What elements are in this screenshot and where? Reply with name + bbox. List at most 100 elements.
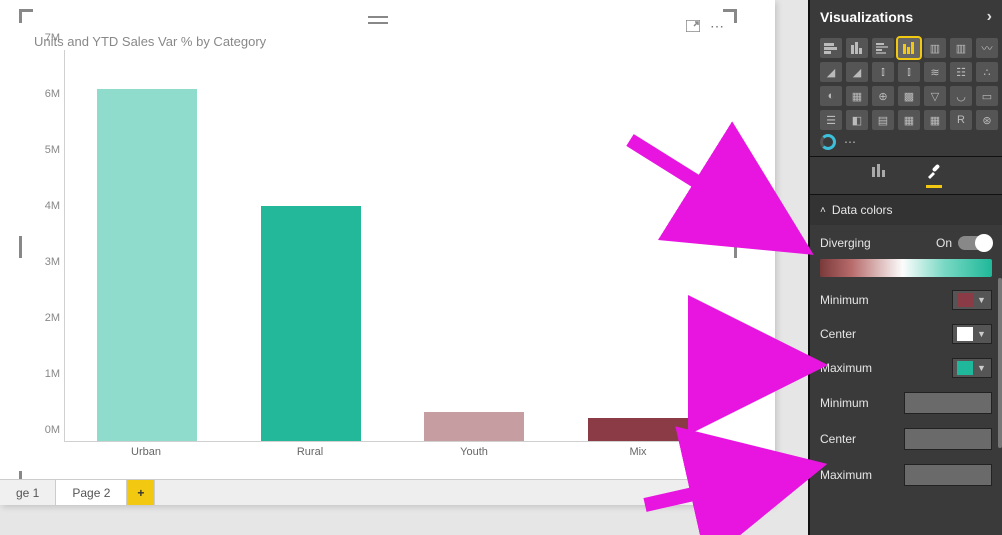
diverging-label: Diverging	[820, 236, 871, 250]
drag-grip-icon[interactable]	[368, 16, 388, 24]
maximum-value-input[interactable]	[904, 464, 992, 486]
maximum-color-row: Maximum ▼	[820, 351, 992, 385]
format-tab[interactable]	[926, 163, 942, 188]
viz-type-100-stacked-bar[interactable]: ▥	[924, 38, 946, 58]
bar-mix[interactable]	[588, 418, 688, 441]
visualizations-pane-header[interactable]: Visualizations ›	[810, 0, 1002, 34]
caret-down-icon: ▼	[977, 329, 986, 339]
viz-type-matrix[interactable]: ▦	[924, 110, 946, 130]
viz-type-waterfall[interactable]: ☷	[950, 62, 972, 82]
resize-handle-tr[interactable]	[723, 9, 737, 23]
minimum-value-label: Minimum	[820, 396, 869, 410]
y-tick: 4M	[30, 200, 60, 212]
viz-type-map[interactable]: ⊕	[872, 86, 894, 106]
resize-handle-right[interactable]	[734, 236, 737, 258]
viz-type-pie[interactable]: ◐	[820, 86, 842, 106]
y-tick: 1M	[30, 368, 60, 380]
report-page[interactable]: ⋯ Units and YTD Sales Var % by Category …	[0, 0, 775, 505]
x-axis: Urban Rural Youth Mix	[64, 446, 720, 466]
caret-down-icon: ▼	[977, 363, 986, 373]
center-color-row: Center ▼	[820, 317, 992, 351]
scrollbar[interactable]	[998, 278, 1002, 448]
bar-urban[interactable]	[97, 89, 197, 441]
y-tick: 3M	[30, 256, 60, 268]
resize-handle-left[interactable]	[19, 236, 22, 258]
tab-page-2[interactable]: Page 2	[56, 480, 127, 505]
y-tick: 7M	[30, 32, 60, 44]
page-tabs: ge 1 Page 2 +	[0, 479, 775, 505]
center-value-label: Center	[820, 432, 856, 446]
viz-type-card[interactable]: ▭	[976, 86, 998, 106]
bar-rural[interactable]	[261, 206, 361, 441]
viz-type-table[interactable]: ▦	[898, 110, 920, 130]
chevron-up-icon: ˄	[820, 205, 826, 216]
x-tick: Youth	[460, 446, 488, 458]
center-value-input[interactable]	[904, 428, 992, 450]
diverging-row: Diverging On	[820, 229, 992, 257]
chevron-right-icon[interactable]: ›	[987, 8, 992, 26]
resize-handle-tl[interactable]	[19, 9, 33, 23]
viz-type-area[interactable]: ◢	[820, 62, 842, 82]
visualization-type-gallery: ▥ ▥ 〰 ◢ ◢ ⫾ ⫾ ≋ ☷ ∴ ◐ ▦ ⊕ ▩ ▽ ◡ ▭ ☰ ◧ ▤ …	[810, 34, 1002, 132]
caret-down-icon: ▼	[977, 295, 986, 305]
visualizations-title: Visualizations	[820, 9, 913, 25]
bar-youth[interactable]	[424, 412, 524, 441]
x-tick: Mix	[629, 446, 646, 458]
viz-type-r[interactable]: R	[950, 110, 972, 130]
viz-type-clustered-bar[interactable]	[872, 38, 894, 58]
minimum-value-row: Minimum	[820, 385, 992, 421]
center-color-picker[interactable]: ▼	[952, 324, 992, 344]
data-colors-label: Data colors	[832, 203, 893, 217]
tab-page-1[interactable]: ge 1	[0, 480, 56, 505]
x-tick: Urban	[131, 446, 161, 458]
focus-mode-icon[interactable]	[686, 19, 700, 35]
viz-type-kpi[interactable]: ◧	[846, 110, 868, 130]
viz-type-filled-map[interactable]: ▩	[898, 86, 920, 106]
fields-well-tab[interactable]	[870, 163, 886, 188]
maximum-color-picker[interactable]: ▼	[952, 358, 992, 378]
maximum-value-label: Maximum	[820, 468, 872, 482]
visualizations-pane: Visualizations › ▥ ▥ 〰 ◢ ◢ ⫾ ⫾ ≋ ☷ ∴ ◐ ▦…	[808, 0, 1002, 535]
data-colors-properties: Diverging On Minimum ▼ Center ▼ Maximum	[810, 225, 1002, 497]
minimum-value-input[interactable]	[904, 392, 992, 414]
x-tick: Rural	[297, 446, 323, 458]
viz-type-clustered-column[interactable]	[898, 38, 920, 58]
viz-type-arcgis[interactable]: ⊛	[976, 110, 998, 130]
viz-type-line-clustered-column[interactable]: ⫾	[898, 62, 920, 82]
minimum-color-picker[interactable]: ▼	[952, 290, 992, 310]
data-colors-section-header[interactable]: ˄ Data colors	[810, 195, 1002, 225]
viz-type-funnel[interactable]: ▽	[924, 86, 946, 106]
viz-type-stacked-area[interactable]: ◢	[846, 62, 868, 82]
tab-add-page[interactable]: +	[127, 480, 155, 505]
viz-type-line[interactable]: 〰	[976, 38, 998, 58]
viz-type-stacked-bar[interactable]	[820, 38, 842, 58]
diverging-state: On	[936, 236, 952, 250]
visual-header: ⋯	[686, 18, 724, 35]
minimum-color-row: Minimum ▼	[820, 283, 992, 317]
center-value-row: Center	[820, 421, 992, 457]
viz-type-scatter[interactable]: ∴	[976, 62, 998, 82]
maximum-value-row: Maximum	[820, 457, 992, 493]
diverging-toggle[interactable]: On	[936, 236, 992, 250]
viz-type-multi-row-card[interactable]: ☰	[820, 110, 842, 130]
center-color-label: Center	[820, 327, 856, 341]
toggle-switch-icon	[958, 236, 992, 250]
format-pane-tabs	[810, 156, 1002, 195]
viz-type-donut[interactable]	[820, 134, 836, 150]
viz-type-line-stacked-column[interactable]: ⫾	[872, 62, 894, 82]
chart-visual[interactable]: ⋯ Units and YTD Sales Var % by Category …	[22, 12, 734, 482]
viz-type-slicer[interactable]: ▤	[872, 110, 894, 130]
more-options-icon[interactable]: ⋯	[710, 18, 724, 35]
maximum-color-label: Maximum	[820, 361, 872, 375]
viz-type-ribbon[interactable]: ≋	[924, 62, 946, 82]
report-canvas: ⋯ Units and YTD Sales Var % by Category …	[0, 0, 808, 535]
viz-type-treemap[interactable]: ▦	[846, 86, 868, 106]
viz-type-import[interactable]: ⋯	[844, 135, 856, 149]
center-color-swatch	[957, 327, 973, 341]
viz-type-gauge[interactable]: ◡	[950, 86, 972, 106]
viz-type-stacked-column[interactable]	[846, 38, 868, 58]
minimum-color-swatch	[957, 293, 973, 307]
viz-type-100-stacked-column[interactable]: ▥	[950, 38, 972, 58]
y-tick: 2M	[30, 312, 60, 324]
gradient-preview	[820, 259, 992, 277]
